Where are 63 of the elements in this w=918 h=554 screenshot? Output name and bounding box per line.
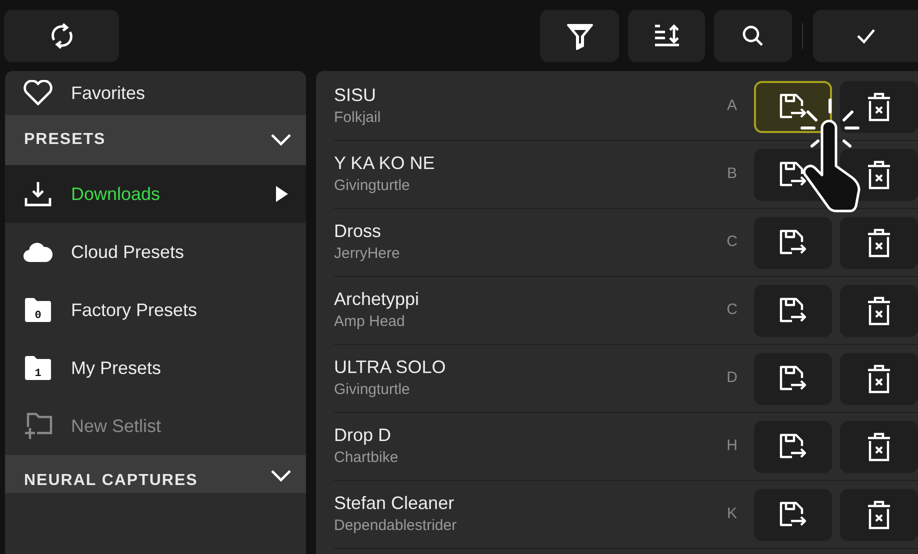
- delete-button[interactable]: [840, 420, 918, 472]
- sidebar-item[interactable]: 1 My Presets: [5, 339, 306, 397]
- trash-icon: [866, 500, 892, 530]
- preset-author: Folkjail: [334, 108, 382, 128]
- heart-icon: [23, 80, 53, 106]
- preset-author: Dependablestrider: [334, 516, 458, 536]
- load-button[interactable]: [754, 284, 832, 336]
- load-button[interactable]: [754, 488, 832, 540]
- preset-author: Givingturtle: [334, 176, 411, 196]
- refresh-button[interactable]: [4, 10, 119, 62]
- slot-letter: D: [726, 368, 738, 388]
- preset-name: Drop D: [334, 424, 392, 446]
- filter-button[interactable]: [540, 10, 619, 62]
- preset-name: Archetyppi: [334, 288, 420, 310]
- delete-button[interactable]: [840, 80, 918, 132]
- search-button[interactable]: [714, 10, 792, 62]
- preset-name: Stefan Cleaner: [334, 492, 456, 514]
- folder-icon: 1: [24, 355, 52, 381]
- sidebar-item[interactable]: 0 Factory Presets: [5, 281, 306, 339]
- folder-icon: 0: [24, 297, 52, 323]
- section-header[interactable]: PRESETS: [24, 128, 106, 152]
- favorites-item[interactable]: Favorites: [5, 71, 306, 115]
- trash-icon: [866, 432, 892, 462]
- sidebar-item[interactable]: Cloud Presets: [5, 223, 306, 281]
- slot-letter: B: [726, 164, 738, 184]
- slot-letter: C: [726, 232, 738, 252]
- preset-author: Chartbike: [334, 448, 400, 468]
- search-icon: [741, 24, 765, 48]
- load-button[interactable]: [754, 216, 832, 268]
- trash-icon: [866, 296, 892, 326]
- sort-icon: [652, 23, 680, 49]
- checkmark-icon: [856, 28, 876, 44]
- delete-button[interactable]: [840, 216, 918, 268]
- delete-button[interactable]: [840, 284, 918, 336]
- cloud-icon: [23, 241, 53, 263]
- trash-icon: [866, 364, 892, 394]
- delete-button[interactable]: [840, 352, 918, 404]
- slot-letter: C: [726, 300, 738, 320]
- slot-letter: K: [726, 504, 738, 524]
- refresh-icon: [48, 22, 74, 50]
- trash-icon: [866, 92, 892, 122]
- sidebar-item[interactable]: Downloads: [5, 165, 306, 223]
- delete-button[interactable]: [840, 488, 918, 540]
- preset-author: Givingturtle: [334, 380, 411, 400]
- trash-icon: [866, 228, 892, 258]
- load-button[interactable]: [754, 80, 832, 132]
- preset-name: ULTRA SOLO: [334, 356, 447, 378]
- preset-name: SISU: [334, 84, 378, 106]
- slot-letter: H: [726, 436, 738, 456]
- filter-icon: [566, 22, 594, 50]
- load-button[interactable]: [754, 352, 832, 404]
- slot-letter: A: [726, 96, 738, 116]
- new-folder-icon: [23, 412, 53, 440]
- preset-name: Y KA KO NE: [334, 152, 436, 174]
- preset-author: JerryHere: [334, 244, 401, 264]
- trash-icon: [866, 160, 892, 190]
- load-button[interactable]: [754, 420, 832, 472]
- hand-pointer-icon: [800, 98, 862, 213]
- preset-author: Amp Head: [334, 312, 406, 332]
- play-arrow-icon: [276, 186, 288, 202]
- download-icon: [24, 181, 52, 207]
- sort-button[interactable]: [628, 10, 705, 62]
- preset-name: Dross: [334, 220, 382, 242]
